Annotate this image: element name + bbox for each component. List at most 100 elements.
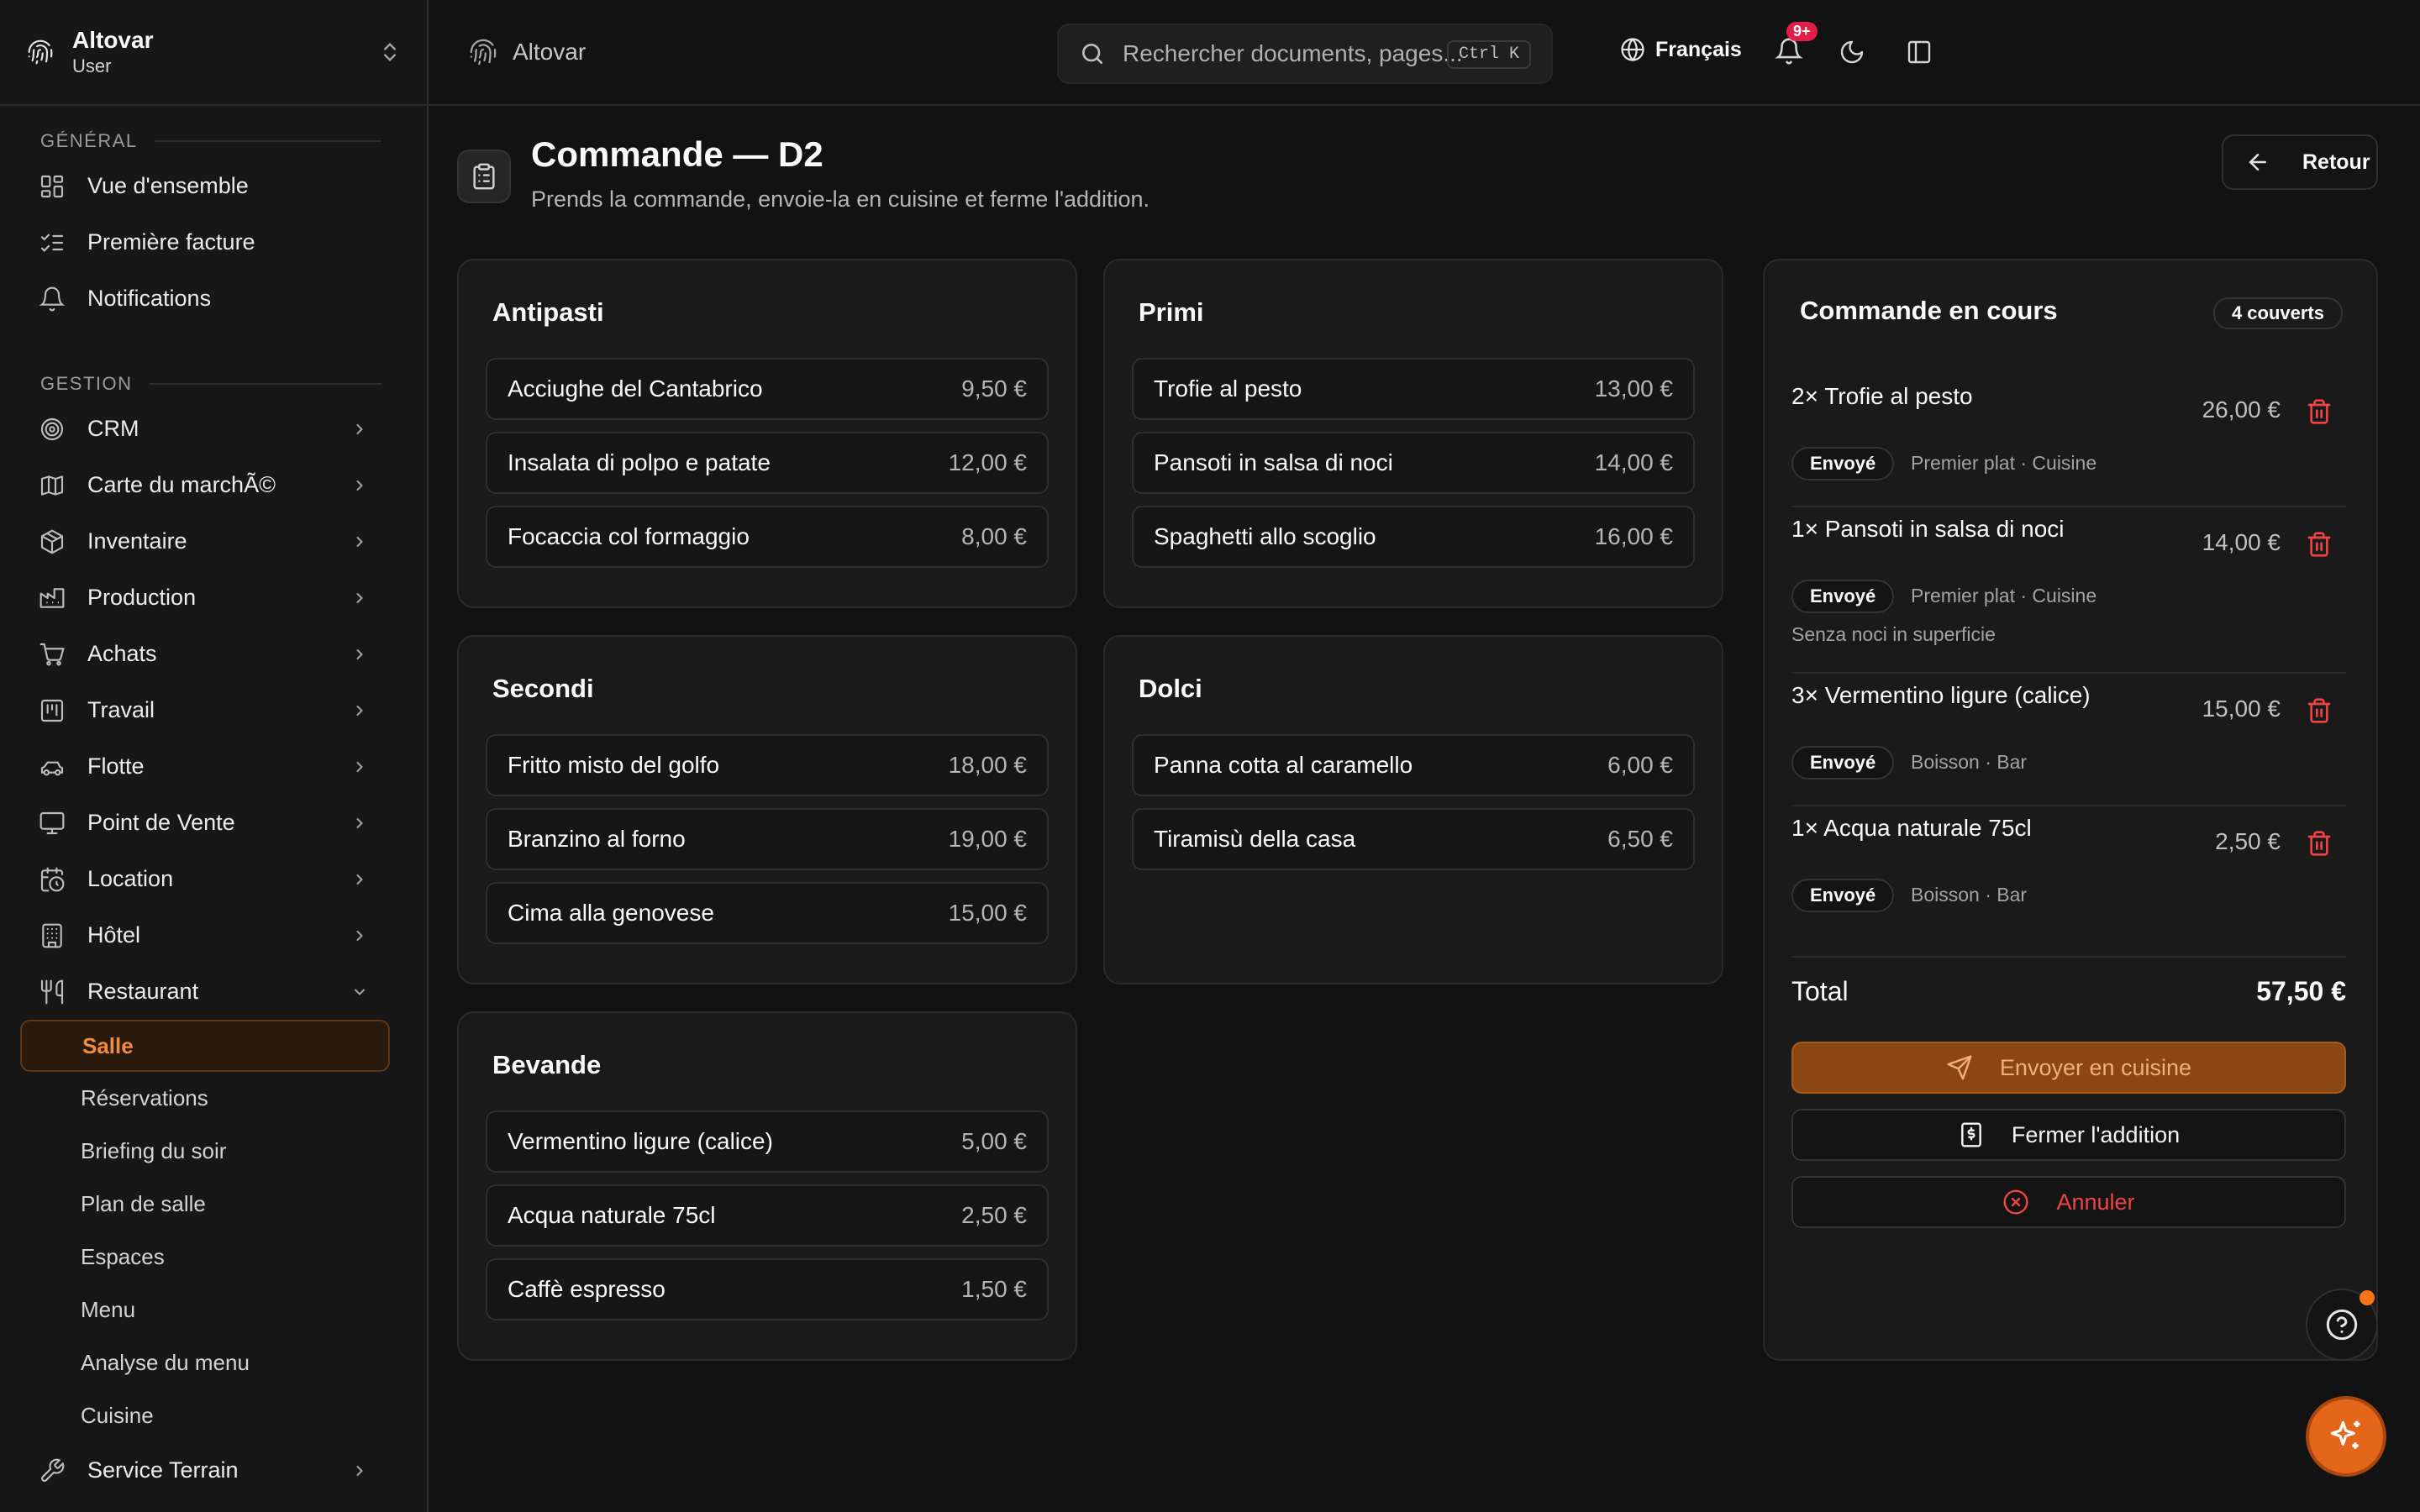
list-checks-icon — [39, 229, 66, 256]
sidebar-item-label: Point de Vente — [87, 810, 235, 835]
sidebar-item-overview[interactable]: Vue d'ensemble — [0, 158, 427, 214]
section-gestion-label: GESTION — [40, 373, 133, 394]
sidebar-subitem-floor-plan[interactable]: Plan de salle — [0, 1178, 427, 1231]
sidebar-item-inventory[interactable]: Inventaire — [0, 513, 427, 570]
section-gestion: GESTION — [0, 367, 427, 401]
sidebar-subitem-kitchen[interactable]: Cuisine — [0, 1389, 427, 1442]
workspace-switcher[interactable]: Altovar User — [0, 0, 427, 106]
page-subtitle: Prends la commande, envoie-la en cuisine… — [531, 186, 1150, 212]
chevron-right-icon — [351, 759, 368, 775]
panel-toggle-icon[interactable] — [1906, 39, 1933, 66]
total-value: 57,50 € — [2256, 976, 2346, 1006]
help-button[interactable] — [2306, 1289, 2378, 1361]
sidebar-item-market-map[interactable]: Carte du marchÃ© — [0, 457, 427, 513]
sidebar: Altovar User GÉNÉRAL Vue d'ensemble Prem… — [0, 0, 429, 1512]
dish-name: Focaccia col formaggio — [508, 523, 750, 549]
dish-name: Panna cotta al caramello — [1154, 752, 1413, 778]
sidebar-item-fleet[interactable]: Flotte — [0, 738, 427, 795]
menu-item[interactable]: Trofie al pesto 13,00 € — [1132, 358, 1695, 420]
ai-assistant-button[interactable] — [2306, 1396, 2386, 1477]
sidebar-item-restaurant[interactable]: Restaurant — [0, 963, 427, 1020]
menu-item[interactable]: Caffè espresso 1,50 € — [486, 1258, 1049, 1320]
moon-icon[interactable] — [1839, 39, 1865, 66]
sidebar-item-label: Achats — [87, 641, 157, 666]
sidebar-item-label: CRM — [87, 416, 139, 441]
trash-icon[interactable] — [2306, 830, 2333, 857]
close-bill-button[interactable]: Fermer l'addition — [1791, 1109, 2346, 1161]
sidebar-subitem-spaces[interactable]: Espaces — [0, 1231, 427, 1284]
order-line-name: 1× Pansoti in salsa di noci — [1791, 516, 2065, 542]
category-title: Bevande — [492, 1050, 602, 1079]
trash-icon[interactable] — [2306, 697, 2333, 724]
sidebar-item-hotel[interactable]: Hôtel — [0, 907, 427, 963]
category-title: Antipasti — [492, 297, 604, 327]
dish-price: 6,50 € — [1607, 826, 1673, 852]
trash-icon[interactable] — [2306, 398, 2333, 425]
search-input[interactable] — [1123, 40, 1476, 67]
menu-item[interactable]: Acciughe del Cantabrico 9,50 € — [486, 358, 1049, 420]
language-switcher[interactable]: Français — [1620, 37, 1742, 62]
sidebar-item-first-invoice[interactable]: Première facture — [0, 214, 427, 270]
menu-item[interactable]: Cima alla genovese 15,00 € — [486, 882, 1049, 944]
menu-item[interactable]: Spaghetti allo scoglio 16,00 € — [1132, 506, 1695, 568]
back-button[interactable]: Retour — [2222, 134, 2378, 190]
sidebar-subitem-menu-analysis[interactable]: Analyse du menu — [0, 1336, 427, 1389]
order-line-name: 1× Acqua naturale 75cl — [1791, 815, 2032, 841]
menu-item[interactable]: Tiramisù della casa 6,50 € — [1132, 808, 1695, 870]
sidebar-item-work[interactable]: Travail — [0, 682, 427, 738]
send-label: Envoyer en cuisine — [1999, 1054, 2192, 1080]
menu-item[interactable]: Insalata di polpo e patate 12,00 € — [486, 432, 1049, 494]
notifications-bell-icon[interactable] — [1775, 37, 1803, 66]
order-line-name: 3× Vermentino ligure (calice) — [1791, 682, 2091, 708]
dish-price: 8,00 € — [961, 523, 1027, 549]
sidebar-item-field-service[interactable]: Service Terrain — [0, 1442, 427, 1499]
app: Altovar User GÉNÉRAL Vue d'ensemble Prem… — [0, 0, 2420, 1512]
dish-name: Fritto misto del golfo — [508, 752, 720, 778]
trash-icon[interactable] — [2306, 531, 2333, 558]
current-order-panel: Commande en cours 4 couverts 2× Trofie a… — [1763, 259, 2378, 1361]
dish-name: Trofie al pesto — [1154, 375, 1302, 402]
chevron-down-icon — [351, 984, 368, 1000]
monitor-icon — [39, 810, 66, 837]
sidebar-subitem-reservations[interactable]: Réservations — [0, 1072, 427, 1125]
menu-item[interactable]: Fritto misto del golfo 18,00 € — [486, 734, 1049, 796]
send-to-kitchen-button[interactable]: Envoyer en cuisine — [1791, 1042, 2346, 1094]
sidebar-item-pos[interactable]: Point de Vente — [0, 795, 427, 851]
menu-item[interactable]: Panna cotta al caramello 6,00 € — [1132, 734, 1695, 796]
status-badge: Envoyé — [1791, 447, 1895, 480]
sidebar-item-label: Hôtel — [87, 922, 141, 948]
sidebar-item-production[interactable]: Production — [0, 570, 427, 626]
dish-price: 12,00 € — [948, 449, 1027, 475]
map-icon — [39, 472, 66, 499]
order-line-meta: Premier plat · Cuisine — [1911, 585, 2097, 606]
chevrons-up-down-icon — [378, 40, 402, 64]
breadcrumb[interactable]: Altovar — [469, 38, 586, 66]
fingerprint-icon — [469, 38, 497, 66]
menu-item[interactable]: Pansoti in salsa di noci 14,00 € — [1132, 432, 1695, 494]
cancel-button[interactable]: Annuler — [1791, 1176, 2346, 1228]
sidebar-item-rental[interactable]: Location — [0, 851, 427, 907]
sidebar-item-crm[interactable]: CRM — [0, 401, 427, 457]
order-line: 3× Vermentino ligure (calice) 15,00 € En… — [1791, 682, 2346, 806]
sidebar-subitem-briefing[interactable]: Briefing du soir — [0, 1125, 427, 1178]
dish-name: Spaghetti allo scoglio — [1154, 523, 1376, 549]
globe-icon — [1620, 37, 1645, 62]
sidebar-item-notifications[interactable]: Notifications — [0, 270, 427, 327]
sidebar-subitem-menu[interactable]: Menu — [0, 1284, 427, 1336]
search-box[interactable]: Ctrl K — [1057, 24, 1553, 84]
order-title: Commande en cours — [1800, 296, 2058, 325]
wrench-icon — [39, 1457, 66, 1484]
menu-item[interactable]: Vermentino ligure (calice) 5,00 € — [486, 1110, 1049, 1173]
sidebar-item-purchases[interactable]: Achats — [0, 626, 427, 682]
calendar-clock-icon — [39, 866, 66, 893]
category-title: Secondi — [492, 674, 594, 703]
menu-category-secondi: Secondi Fritto misto del golfo 18,00 € Br… — [457, 635, 1077, 984]
menu-item[interactable]: Focaccia col formaggio 8,00 € — [486, 506, 1049, 568]
status-badge: Envoyé — [1791, 580, 1895, 613]
sidebar-subitem-salle[interactable]: Salle — [20, 1020, 390, 1072]
search-shortcut: Ctrl K — [1446, 40, 1531, 69]
breadcrumb-label: Altovar — [513, 39, 587, 65]
section-general-label: GÉNÉRAL — [40, 130, 138, 151]
menu-item[interactable]: Branzino al forno 19,00 € — [486, 808, 1049, 870]
menu-item[interactable]: Acqua naturale 75cl 2,50 € — [486, 1184, 1049, 1247]
